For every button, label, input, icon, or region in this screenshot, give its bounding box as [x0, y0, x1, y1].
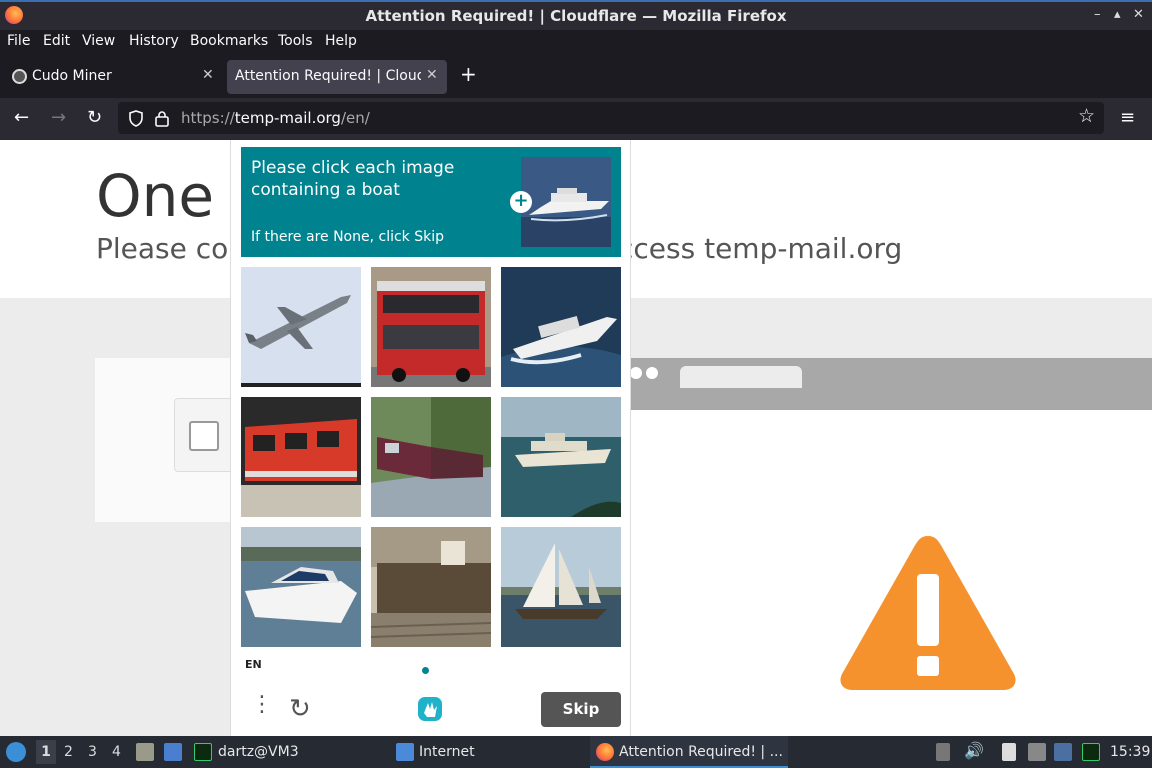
forward-icon[interactable]: → — [51, 107, 66, 128]
maximize-button[interactable]: ▴ — [1114, 7, 1121, 22]
menu-edit[interactable]: Edit — [43, 33, 70, 49]
image-tile-sailboat[interactable] — [501, 527, 621, 647]
desktop-icon[interactable] — [164, 743, 182, 761]
new-tab-icon[interactable]: + — [460, 62, 477, 86]
page-content: One m Please cor ccess temp-mail.org Ple… — [0, 140, 1152, 736]
warning-icon — [840, 536, 1016, 690]
shield-icon[interactable] — [128, 110, 144, 127]
workspace-4[interactable]: 4 — [112, 744, 121, 760]
challenge-header: Please click each image containing a boa… — [241, 147, 621, 257]
more-options-icon[interactable]: ⋮ — [251, 694, 273, 716]
tray-updates-icon[interactable] — [936, 743, 950, 761]
start-menu-icon[interactable] — [6, 742, 26, 762]
page-indicator-dot — [422, 667, 429, 674]
terminal-graph-icon — [194, 743, 212, 761]
back-icon[interactable]: ← — [14, 107, 29, 128]
challenge-hint: If there are None, click Skip — [251, 229, 445, 245]
image-tile-red-train[interactable] — [241, 397, 361, 517]
tab-attention-required[interactable]: Attention Required! | Cloudfl ✕ — [227, 60, 447, 94]
firefox-icon — [596, 743, 614, 761]
menu-view[interactable]: View — [82, 33, 115, 49]
folder-icon — [396, 743, 414, 761]
language-selector[interactable]: EN — [245, 658, 262, 671]
window-titlebar: Attention Required! | Cloudflare — Mozil… — [0, 0, 1152, 30]
url-bar[interactable]: https://temp-mail.org/en/ ☆ — [118, 102, 1104, 134]
dot-icon — [646, 367, 658, 379]
close-tab-icon[interactable]: ✕ — [426, 67, 438, 83]
close-tab-icon[interactable]: ✕ — [202, 67, 214, 83]
image-tile-cargo-ship[interactable] — [371, 527, 491, 647]
skip-button[interactable]: Skip — [541, 692, 621, 727]
image-tile-freight-train[interactable] — [371, 397, 491, 517]
menu-bookmarks[interactable]: Bookmarks — [190, 33, 268, 49]
bookmark-star-icon[interactable]: ☆ — [1078, 105, 1095, 127]
clipboard-icon[interactable] — [1002, 743, 1016, 761]
menu-history[interactable]: History — [129, 33, 179, 49]
checkbox[interactable] — [189, 421, 219, 451]
clock[interactable]: 15:39 — [1110, 744, 1150, 760]
image-tile-cruise-ship[interactable] — [501, 397, 621, 517]
workspace-2[interactable]: 2 — [64, 744, 73, 760]
tab-cudo-miner[interactable]: Cudo Miner ✕ — [2, 60, 224, 94]
reload-icon[interactable]: ↻ — [87, 107, 102, 128]
menu-help[interactable]: Help — [325, 33, 357, 49]
menu-bar: File Edit View History Bookmarks Tools H… — [0, 30, 1152, 56]
url-scheme: https:// — [181, 109, 235, 127]
challenge-prompt: Please click each image containing a boa… — [251, 158, 455, 200]
image-tile-speedboat[interactable] — [501, 267, 621, 387]
expand-example-icon[interactable]: + — [510, 191, 532, 213]
hcaptcha-logo-icon — [418, 697, 442, 721]
menu-tools[interactable]: Tools — [278, 33, 313, 49]
task-internet[interactable]: Internet — [419, 744, 475, 760]
page-subtitle-right: ccess temp-mail.org — [618, 232, 903, 265]
browser-illustration — [630, 358, 1152, 410]
taskbar: 1 2 3 4 dartz@VM3 Internet Attention Req… — [0, 736, 1152, 768]
dot-icon — [630, 367, 642, 379]
navigation-bar: ← → ↻ https://temp-mail.org/en/ ☆ ≡ — [0, 98, 1152, 140]
app-menu-icon[interactable]: ≡ — [1120, 107, 1135, 128]
image-tile-bus[interactable] — [371, 267, 491, 387]
url-host: temp-mail.org — [234, 109, 341, 127]
refresh-challenge-icon[interactable]: ↻ — [289, 694, 311, 724]
tab-label: Cudo Miner — [32, 68, 112, 84]
notification-icon[interactable] — [1054, 743, 1072, 761]
tab-label: Attention Required! | Cloudfl — [235, 68, 421, 84]
window-title: Attention Required! | Cloudflare — Mozil… — [365, 7, 787, 25]
task-firefox[interactable]: Attention Required! | ... — [590, 736, 788, 768]
task-terminal[interactable]: dartz@VM3 — [218, 744, 299, 760]
image-tile-airplane[interactable] — [241, 267, 361, 387]
network-icon[interactable] — [1028, 743, 1046, 761]
page-subtitle-left: Please cor — [96, 232, 240, 265]
task-firefox-label: Attention Required! | ... — [619, 744, 783, 760]
cpu-graph-icon — [1082, 743, 1100, 761]
file-manager-icon[interactable] — [136, 743, 154, 761]
close-window-button[interactable]: ✕ — [1133, 7, 1144, 22]
illustration-tab — [680, 366, 802, 388]
menu-file[interactable]: File — [7, 33, 30, 49]
lock-icon[interactable] — [155, 110, 169, 127]
minimize-button[interactable]: – — [1094, 7, 1101, 22]
hcaptcha-challenge: Please click each image containing a boa… — [230, 140, 631, 736]
image-tile-motorboat[interactable] — [241, 527, 361, 647]
url-text: https://temp-mail.org/en/ — [181, 109, 370, 127]
workspace-3[interactable]: 3 — [88, 744, 97, 760]
workspace-1[interactable]: 1 — [36, 740, 56, 764]
example-boat-image — [521, 157, 611, 247]
url-path: /en/ — [340, 109, 370, 127]
tab-bar: Cudo Miner ✕ Attention Required! | Cloud… — [0, 56, 1152, 98]
cudo-favicon-icon — [12, 69, 27, 84]
volume-icon[interactable]: 🔊 — [964, 741, 984, 760]
